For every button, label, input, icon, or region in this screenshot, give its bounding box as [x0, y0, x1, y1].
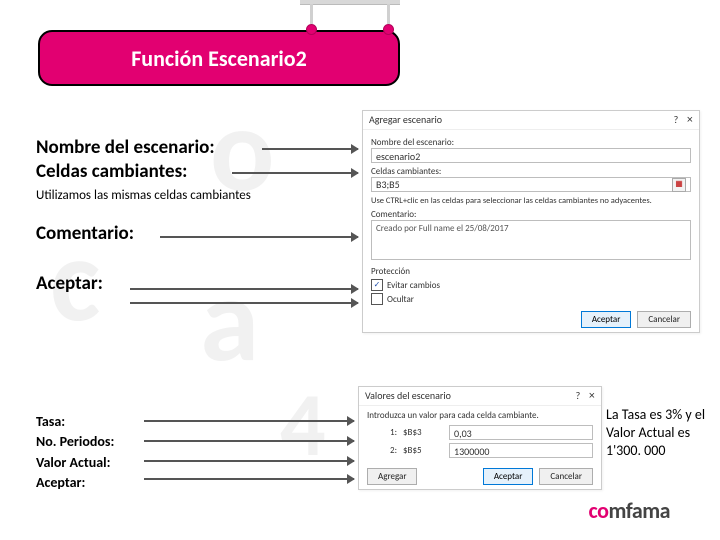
help-icon[interactable]: ?: [576, 387, 581, 405]
dialog-agregar-escenario: Agregar escenario ? × Nombre del escenar…: [362, 110, 700, 333]
plate-hanger: [300, 0, 400, 34]
label-celdas: Celdas cambiantes:: [36, 160, 336, 184]
row2-cell: $B$5: [403, 445, 443, 456]
label-comentario: Comentario:: [36, 222, 336, 246]
dialog1-aceptar-button[interactable]: Aceptar: [581, 311, 632, 328]
arrow-valor: [144, 460, 354, 462]
dialog1-input-nombre[interactable]: escenario2: [371, 148, 691, 163]
dialog1-label-celdas: Celdas cambiantes:: [371, 166, 691, 177]
label-tasa: Tasa:: [36, 412, 114, 432]
row1-num: 1:: [367, 427, 397, 438]
arrow-aceptar2: [144, 478, 354, 480]
arrow-prot2: [130, 302, 358, 304]
dialog1-checkbox-ocultar[interactable]: Ocultar: [371, 293, 691, 305]
range-picker-icon[interactable]: ▦: [672, 178, 686, 192]
dialog1-cancelar-button[interactable]: Cancelar: [637, 311, 691, 328]
label-periodos: No. Periodos:: [36, 432, 114, 452]
dialog2-aceptar-button[interactable]: Aceptar: [483, 468, 534, 485]
dialog2-titlebar: Valores del escenario ? ×: [359, 387, 601, 406]
arrow-periodos: [144, 440, 354, 442]
left-label-group-2: Tasa: No. Periodos: Valor Actual: Acepta…: [36, 412, 114, 493]
dialog1-titlebar: Agregar escenario ? ×: [363, 111, 699, 130]
dialog1-label-comentario: Comentario:: [371, 209, 691, 220]
checkbox-icon: [371, 293, 383, 305]
dialog1-proteccion-label: Protección: [371, 266, 691, 277]
checkbox-icon: ✓: [371, 279, 383, 291]
dialog-valores-escenario: Valores del escenario ? × Introduzca un …: [358, 386, 602, 490]
dialog1-input-celdas[interactable]: B3;B5 ▦: [371, 177, 691, 192]
row2-num: 2:: [367, 445, 397, 456]
dialog2-agregar-button[interactable]: Agregar: [367, 468, 417, 485]
dialog2-intro: Introduzca un valor para cada celda camb…: [367, 410, 593, 421]
side-note: La Tasa es 3% y el Valor Actual es 1'300…: [606, 406, 714, 461]
row1-input[interactable]: 0,03: [449, 425, 593, 440]
left-label-group-1: Nombre del escenario: Celdas cambiantes:…: [36, 136, 336, 295]
brand-logo: comfama: [589, 497, 670, 524]
dialog2-cancelar-button[interactable]: Cancelar: [539, 468, 593, 485]
label-nombre: Nombre del escenario:: [36, 136, 336, 160]
close-icon[interactable]: ×: [589, 390, 595, 402]
dialog1-title: Agregar escenario: [369, 111, 442, 129]
label-aceptar: Aceptar:: [36, 272, 336, 296]
row1-cell: $B$3: [403, 427, 443, 438]
arrow-tasa: [144, 420, 354, 422]
label-valor: Valor Actual:: [36, 453, 114, 473]
dialog1-checkbox-evitar[interactable]: ✓ Evitar cambios: [371, 279, 691, 291]
row2-input[interactable]: 1300000: [449, 443, 593, 458]
label-celdas-sub: Utilizamos las mismas celdas cambiantes: [36, 188, 336, 204]
title-plate: Función Escenario2: [38, 30, 400, 86]
help-icon[interactable]: ?: [674, 111, 679, 129]
dialog1-hint: Use CTRL+clic en las celdas para selecci…: [371, 196, 691, 206]
dialog2-title: Valores del escenario: [365, 387, 451, 405]
dialog1-label-nombre: Nombre del escenario:: [371, 137, 691, 148]
slide-title: Función Escenario2: [131, 45, 307, 72]
close-icon[interactable]: ×: [687, 114, 693, 126]
label-aceptar2: Aceptar:: [36, 473, 114, 493]
dialog1-textarea-comentario[interactable]: Creado por Full name el 25/08/2017: [371, 220, 691, 260]
